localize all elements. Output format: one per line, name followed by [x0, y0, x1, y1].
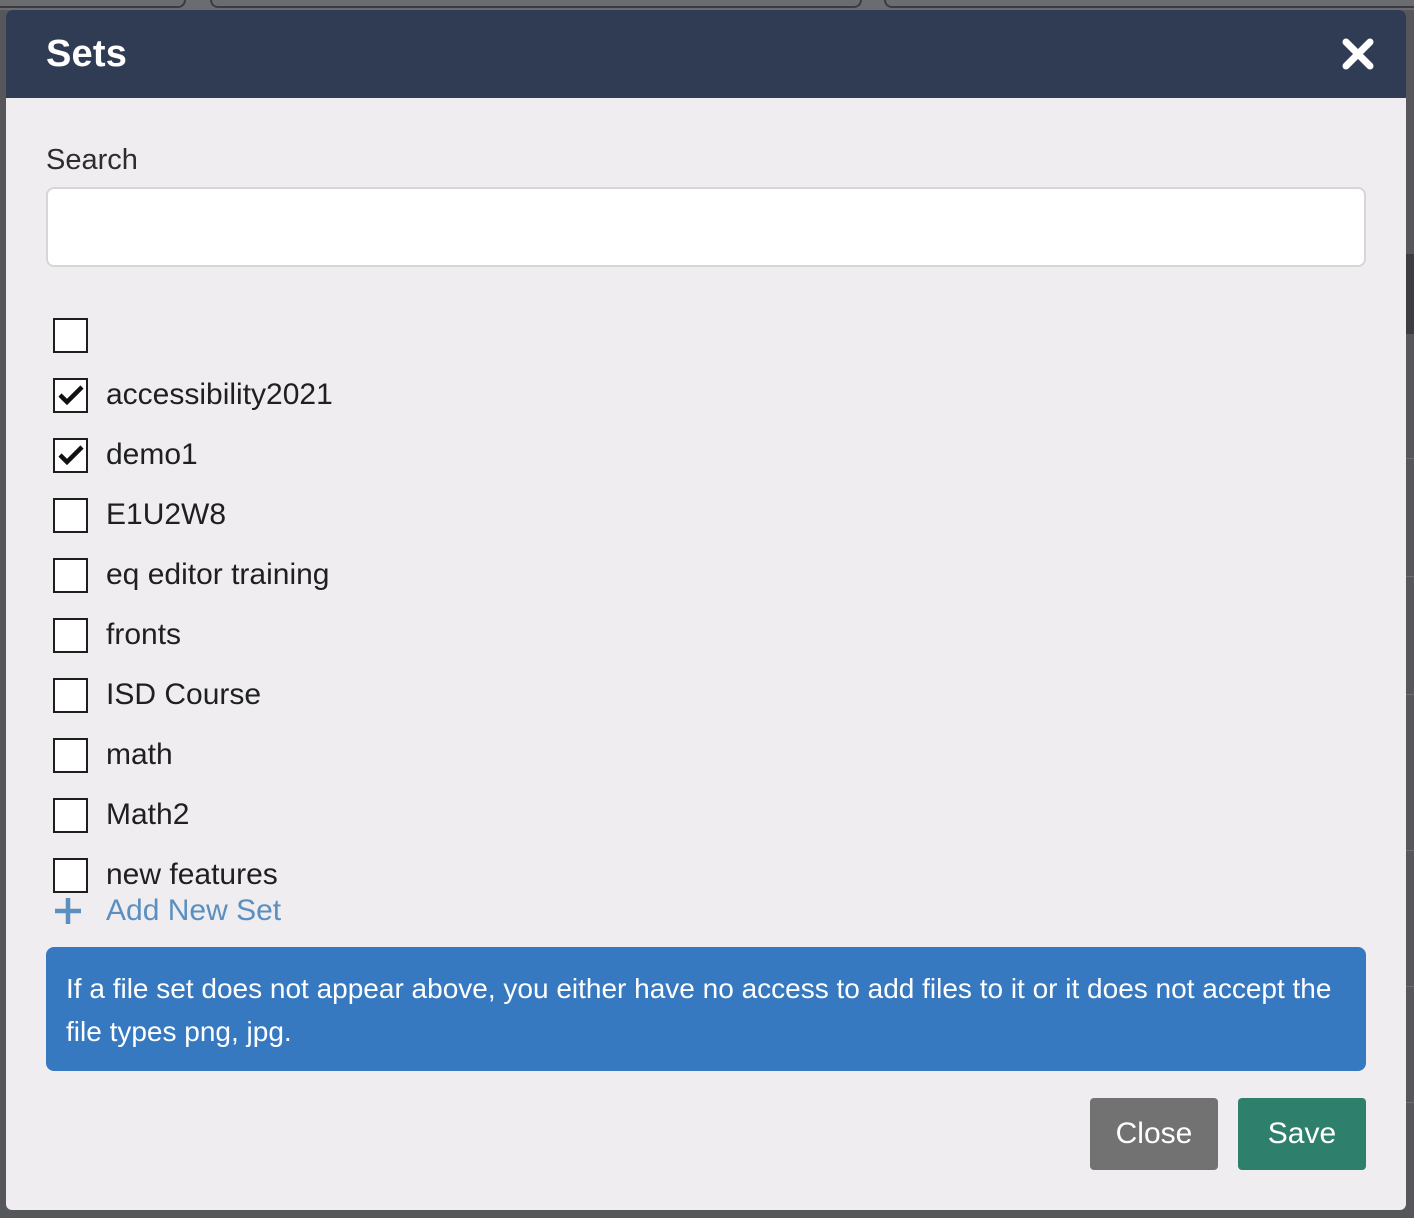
background-divider — [1406, 1102, 1414, 1103]
add-new-set-label: Add New Set — [106, 894, 282, 927]
set-checkbox[interactable] — [53, 557, 88, 593]
set-list-item[interactable]: accessibility2021 — [46, 365, 1366, 425]
background-tab — [884, 0, 1414, 8]
set-label: demo1 — [106, 438, 198, 471]
set-label: math — [106, 738, 173, 771]
set-label: new features — [106, 858, 278, 891]
modal-header: Sets — [6, 10, 1406, 98]
set-list-item[interactable]: eq editor training — [46, 545, 1366, 605]
info-alert: If a file set does not appear above, you… — [46, 947, 1366, 1071]
set-list: accessibility2021 demo1 E1U2W8 eq editor tr… — [46, 305, 1366, 905]
set-checkbox[interactable] — [53, 317, 88, 353]
modal-title: Sets — [46, 32, 128, 75]
set-checkbox[interactable] — [53, 497, 88, 533]
save-button[interactable]: Save — [1238, 1098, 1366, 1170]
add-new-set-link[interactable]: Add New Set — [46, 891, 1366, 931]
modal-body: Search accessibility2021 demo1 E1U2W8 eq ed… — [6, 98, 1406, 1071]
info-alert-text: If a file set does not appear above, you… — [66, 973, 1332, 1047]
set-checkbox[interactable] — [53, 437, 88, 473]
checkmark-icon — [57, 445, 84, 466]
set-list-item[interactable] — [46, 305, 1366, 365]
set-list-item[interactable]: ISD Course — [46, 665, 1366, 725]
set-checkbox[interactable] — [53, 377, 88, 413]
plus-icon — [55, 898, 81, 924]
close-button[interactable]: Close — [1090, 1098, 1218, 1170]
background-divider — [1406, 986, 1414, 987]
background-divider — [1406, 850, 1414, 851]
sets-modal: Sets Search accessibility2021 demo1 E1U2W8… — [6, 10, 1406, 1210]
set-checkbox[interactable] — [53, 617, 88, 653]
checkmark-icon — [57, 385, 84, 406]
set-list-item[interactable]: math — [46, 725, 1366, 785]
set-label: ISD Course — [106, 678, 262, 711]
set-label: Math2 — [106, 798, 190, 831]
background-divider — [1406, 694, 1414, 695]
set-label: eq editor training — [106, 558, 330, 591]
set-checkbox[interactable] — [53, 797, 88, 833]
close-icon[interactable] — [1340, 36, 1376, 72]
set-checkbox[interactable] — [53, 737, 88, 773]
set-label: fronts — [106, 618, 182, 651]
modal-footer: Close Save — [1090, 1098, 1366, 1170]
set-label: E1U2W8 — [106, 498, 227, 531]
search-input[interactable] — [46, 187, 1366, 267]
set-list-item[interactable]: fronts — [46, 605, 1366, 665]
background-strip — [1406, 254, 1414, 334]
background-tab — [210, 0, 862, 8]
background-divider — [1406, 576, 1414, 577]
set-list-item[interactable]: Math2 — [46, 785, 1366, 845]
set-list-item[interactable]: E1U2W8 — [46, 485, 1366, 545]
search-label: Search — [46, 144, 138, 176]
background-tab — [0, 0, 186, 8]
background-divider — [1406, 458, 1414, 459]
set-label: accessibility2021 — [106, 378, 333, 411]
set-checkbox[interactable] — [53, 857, 88, 893]
set-checkbox[interactable] — [53, 677, 88, 713]
set-list-item[interactable]: demo1 — [46, 425, 1366, 485]
